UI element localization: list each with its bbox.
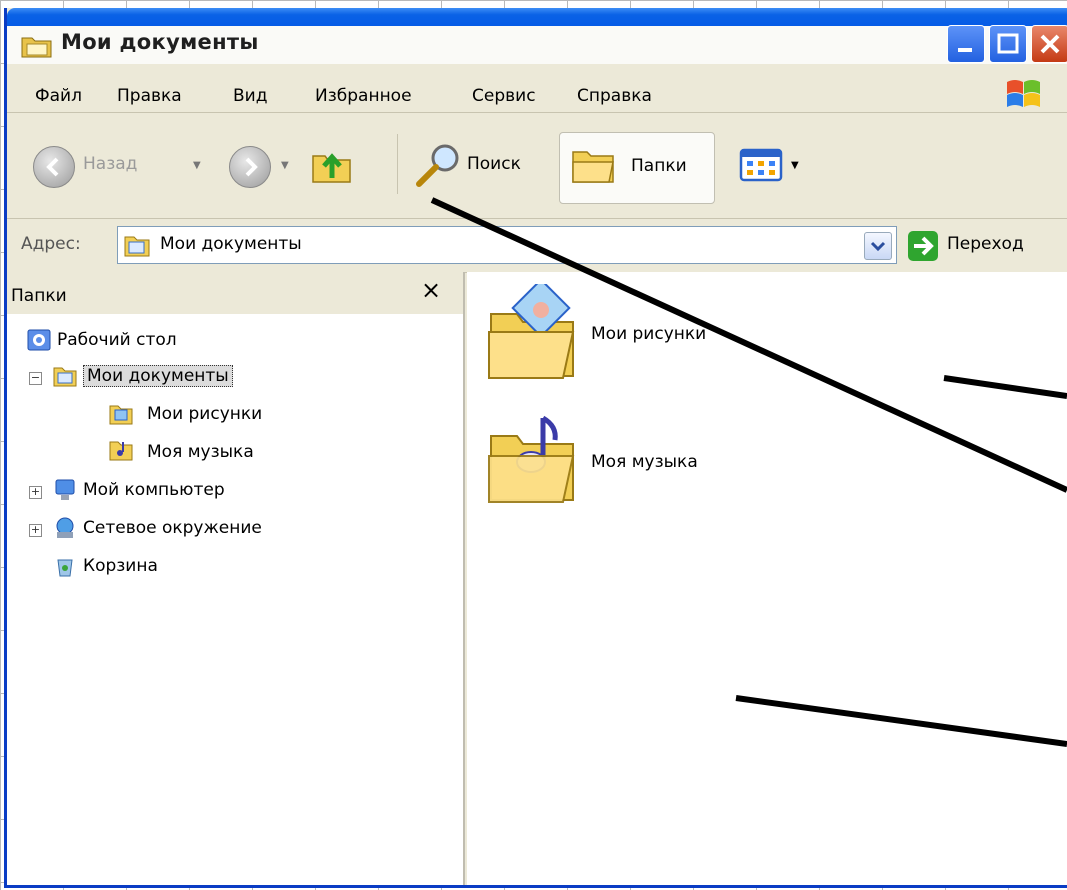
tree-item-recycle-bin[interactable]: Корзина — [83, 556, 158, 576]
menu-edit[interactable]: Правка — [117, 86, 182, 106]
search-label[interactable]: Поиск — [467, 154, 521, 174]
music-folder-icon — [109, 441, 133, 461]
menu-tools[interactable]: Сервис — [472, 86, 536, 106]
views-icon[interactable] — [739, 148, 783, 182]
my-documents-icon — [53, 367, 77, 387]
close-pane-icon[interactable]: × — [421, 276, 441, 304]
collapse-icon[interactable]: − — [29, 372, 42, 385]
folders-icon — [572, 151, 614, 183]
tree-item-my-documents-label: Мои документы — [83, 365, 233, 387]
views-dropdown-icon[interactable]: ▼ — [791, 160, 799, 171]
tree-item-my-pictures[interactable]: Мои рисунки — [147, 404, 262, 424]
go-button-label[interactable]: Переход — [947, 234, 1024, 254]
explorer-window: Мои документы Файл Правка Вид Избранное … — [4, 8, 1067, 888]
content-item-label: Мои рисунки — [591, 324, 707, 344]
minimize-button[interactable] — [947, 25, 985, 63]
address-dropdown-button[interactable] — [864, 232, 892, 260]
tree-item-my-computer[interactable]: Мой компьютер — [83, 480, 225, 500]
tree-item-desktop[interactable]: Рабочий стол — [57, 330, 177, 350]
content-item-my-pictures[interactable]: Мои рисунки — [485, 278, 706, 388]
pictures-folder-icon — [488, 278, 575, 379]
folders-pane-header: Папки × — [7, 272, 463, 314]
back-button[interactable] — [33, 146, 75, 188]
network-icon — [56, 517, 74, 538]
recycle-bin-icon — [57, 559, 73, 577]
windows-logo-icon — [1007, 80, 1040, 107]
window-title: Мои документы — [61, 30, 259, 54]
minimize-icon — [958, 48, 972, 52]
forward-button[interactable] — [229, 146, 271, 188]
address-input[interactable]: Мои документы — [117, 226, 897, 264]
forward-arrow-icon — [245, 157, 258, 177]
content-item-my-music[interactable]: Моя музыка — [485, 412, 698, 516]
my-documents-icon — [124, 236, 150, 257]
go-arrow-icon[interactable] — [907, 230, 939, 262]
folder-icon — [21, 37, 52, 58]
folders-pane-title: Папки — [11, 286, 67, 306]
title-bar[interactable]: Мои документы — [7, 8, 1067, 64]
toolbar: Назад ▼ ▼ Поиск Папки ▼ — [7, 114, 1067, 219]
menu-view[interactable]: Вид — [233, 86, 267, 106]
close-button[interactable] — [1031, 25, 1067, 63]
folders-pane: Папки × Рабочий стол − Мои документы Мои… — [7, 272, 465, 885]
tree-item-my-documents[interactable]: Мои документы — [83, 365, 233, 387]
chevron-down-icon — [870, 241, 886, 252]
toolbar-separator — [397, 134, 398, 194]
menu-help[interactable]: Справка — [577, 86, 652, 106]
tree-item-my-music[interactable]: Моя музыка — [147, 442, 254, 462]
back-label[interactable]: Назад — [83, 154, 137, 174]
desktop-icon — [27, 329, 51, 351]
folder-up-icon[interactable] — [309, 142, 355, 188]
maximize-icon — [997, 33, 1019, 54]
folders-label: Папки — [631, 156, 687, 176]
back-arrow-icon — [46, 157, 59, 177]
back-dropdown-icon[interactable]: ▼ — [193, 160, 201, 171]
address-bar: Адрес: Мои документы Переход — [7, 220, 1067, 273]
close-icon — [1040, 34, 1060, 54]
address-value: Мои документы — [160, 234, 302, 254]
maximize-button[interactable] — [989, 25, 1027, 63]
menu-file[interactable]: Файл — [35, 86, 82, 106]
computer-icon — [55, 479, 75, 500]
content-item-label: Моя музыка — [591, 452, 698, 472]
search-icon[interactable] — [413, 140, 463, 190]
menu-bar: Файл Правка Вид Избранное Сервис Справка — [7, 68, 1067, 113]
expand-icon[interactable]: + — [29, 486, 42, 499]
expand-icon[interactable]: + — [29, 524, 42, 537]
menu-favorites[interactable]: Избранное — [315, 86, 412, 106]
forward-dropdown-icon[interactable]: ▼ — [281, 160, 289, 171]
pictures-folder-icon — [109, 405, 133, 425]
content-pane: Мои рисунки Моя музыка — [467, 272, 1067, 885]
address-label: Адрес: — [21, 234, 81, 254]
music-folder-icon — [488, 415, 575, 503]
tree-item-network[interactable]: Сетевое окружение — [83, 518, 262, 538]
